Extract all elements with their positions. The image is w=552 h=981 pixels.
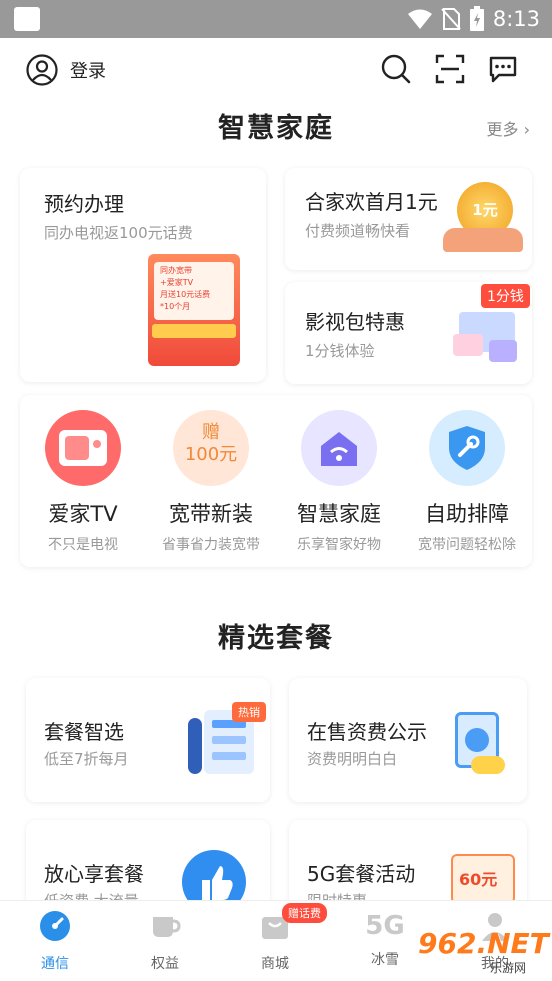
video-title: 影视包特惠: [305, 310, 405, 334]
clipboard-icon: [451, 712, 505, 776]
search-icon[interactable]: [380, 53, 412, 85]
family-title: 合家欢首月1元: [305, 190, 438, 214]
compass-icon: [40, 911, 70, 941]
service-title: 爱家TV: [48, 502, 118, 526]
package-subtitle: 低至7折每月: [44, 750, 129, 768]
package-subtitle: 限时特惠: [307, 890, 367, 900]
reserve-card[interactable]: 预约办理 同办电视返100元话费 同办宽带 +爱家TV 月送10元话费 *10个…: [20, 168, 266, 382]
promo-line-3: 月送10元话费: [160, 290, 211, 299]
status-icons: 8:13: [407, 6, 540, 32]
package-subtitle: 资费明明白白: [307, 750, 398, 768]
promo-line-2: +爱家TV: [160, 278, 194, 287]
main-content[interactable]: 智慧家庭 更多 › 预约办理 同办电视返100元话费 同办宽带 +爱家TV 月送…: [0, 100, 552, 900]
wrench-shield-icon: [429, 410, 505, 486]
service-subtitle: 宽带问题轻松除: [418, 537, 516, 553]
service-subtitle: 不只是电视: [48, 537, 118, 553]
tab-benefits[interactable]: 权益: [110, 909, 220, 973]
tab-label: 权益: [151, 956, 179, 972]
notification-icon: [14, 7, 40, 31]
more-link[interactable]: 更多 ›: [486, 116, 530, 140]
coin-label: 1元: [472, 201, 498, 219]
chevron-right-icon: ›: [523, 120, 530, 139]
package-card-pricing[interactable]: 在售资费公示 资费明明白白: [289, 678, 527, 802]
scan-icon[interactable]: [434, 53, 466, 85]
mall-badge: 赠话费: [282, 903, 327, 923]
gift-line-1: 赠: [202, 422, 220, 443]
status-time: 8:13: [492, 7, 540, 31]
video-card[interactable]: 影视包特惠 1分钱体验 1分钱: [285, 282, 532, 384]
family-card[interactable]: 合家欢首月1元 付费频道畅快看 1元: [285, 168, 532, 270]
service-title: 智慧家庭: [297, 502, 381, 526]
login-label: 登录: [70, 61, 106, 82]
package-card-smart[interactable]: 套餐智选 低至7折每月 热销: [26, 678, 270, 802]
package-title: 在售资费公示: [307, 720, 427, 744]
gift-icon: 赠 100元: [173, 410, 249, 486]
home-wifi-icon: [301, 410, 377, 486]
service-title: 宽带新装: [169, 502, 253, 526]
message-icon[interactable]: [487, 53, 519, 85]
package-title: 套餐智选: [44, 720, 124, 744]
tab-communication[interactable]: 通信: [0, 909, 110, 973]
service-aijia-tv[interactable]: 爱家TV 不只是电视: [14, 400, 152, 554]
service-subtitle: 乐享智家好物: [297, 537, 381, 553]
user-icon: [26, 54, 58, 86]
video-subtitle: 1分钱体验: [305, 342, 375, 360]
service-title: 自助排障: [425, 502, 509, 526]
wifi-icon: [407, 9, 432, 29]
package-card-5g[interactable]: 5G套餐活动 限时特惠 60元: [289, 820, 527, 900]
service-smart-home[interactable]: 智慧家庭 乐享智家好物: [270, 400, 408, 554]
packages-title: 精选套餐: [218, 623, 334, 654]
tab-label: 通信: [41, 956, 69, 972]
reserve-title: 预约办理: [44, 192, 124, 216]
service-subtitle: 省事省力装宽带: [162, 537, 260, 553]
service-broadband-new[interactable]: 赠 100元 宽带新装 省事省力装宽带: [142, 400, 280, 554]
package-title: 5G套餐活动: [307, 862, 416, 886]
coupon-value: 60元: [459, 870, 498, 889]
package-title: 放心享套餐: [44, 862, 144, 886]
no-sim-icon: [441, 8, 461, 30]
package-card-assured[interactable]: 放心享套餐 低资费 大流量: [26, 820, 270, 900]
video-tag: 1分钱: [481, 284, 530, 308]
promo-line-1: 同办宽带: [160, 266, 192, 275]
video-illustration: [453, 312, 519, 370]
more-label: 更多: [486, 120, 519, 139]
cup-icon: [153, 917, 181, 937]
family-subtitle: 付费频道畅快看: [305, 222, 411, 240]
tv-promo-illustration: 同办宽带 +爱家TV 月送10元话费 *10个月: [148, 254, 240, 366]
tab-label: 商城: [261, 956, 289, 972]
gift-line-2: 100元: [184, 444, 238, 465]
coupon-illustration: 60元: [451, 854, 515, 900]
site-watermark: 962.NET 乐游网: [412, 923, 552, 978]
top-bar: 登录: [0, 38, 552, 100]
watermark-sub: 乐游网: [490, 961, 527, 975]
thumbs-up-icon: [182, 850, 246, 900]
tab-mall[interactable]: 商城 赠话费: [220, 903, 330, 973]
tv-icon: [45, 410, 121, 486]
hot-tag: 热销: [232, 702, 266, 722]
battery-icon: [469, 6, 484, 31]
promo-line-4: *10个月: [160, 302, 191, 311]
service-self-repair[interactable]: 自助排障 宽带问题轻松除: [398, 400, 536, 554]
package-subtitle: 低资费 大流量: [44, 890, 139, 900]
watermark-logo: 962.NET: [418, 927, 549, 960]
reserve-subtitle: 同办电视返100元话费: [44, 224, 193, 242]
smart-home-title: 智慧家庭: [218, 113, 334, 144]
login-button[interactable]: 登录: [26, 54, 106, 86]
status-bar: 8:13: [0, 0, 552, 38]
